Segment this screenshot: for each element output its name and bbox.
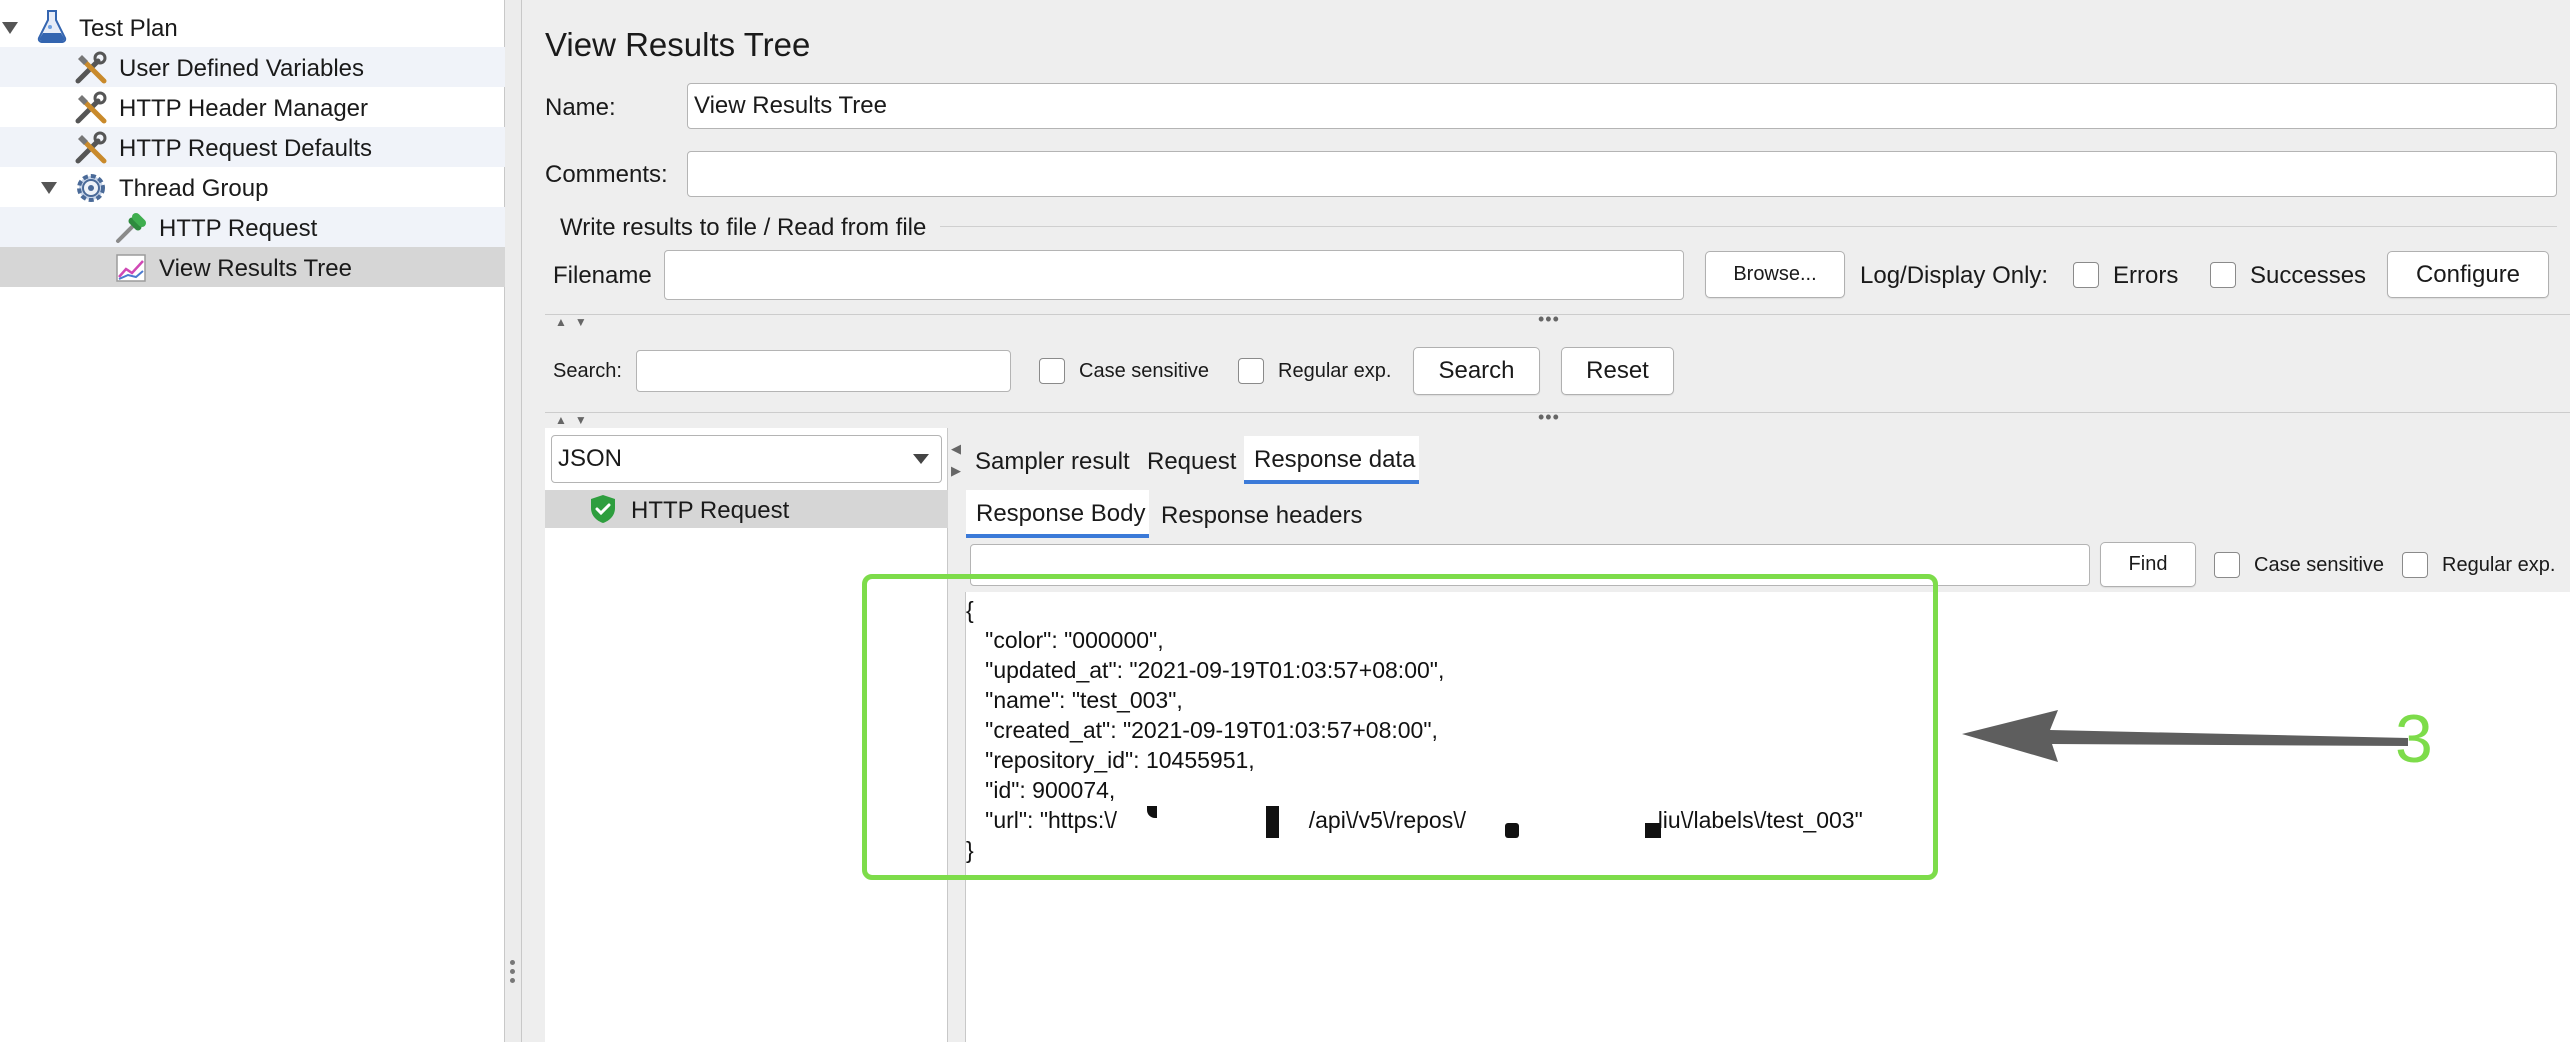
tree-item-view-results-tree[interactable]: View Results Tree xyxy=(0,247,505,287)
search-label: Search: xyxy=(553,360,622,382)
splitter-handle-icon[interactable] xyxy=(510,960,516,987)
graph-icon xyxy=(114,251,148,285)
active-tab-indicator xyxy=(966,534,1149,538)
tab-response-data[interactable]: Response data xyxy=(1244,436,1419,484)
tab-label: Response data xyxy=(1254,446,1416,473)
successes-checkbox[interactable] xyxy=(2210,262,2236,288)
search-regex-checkbox[interactable] xyxy=(1238,358,1264,384)
group-divider xyxy=(940,226,2557,227)
search-case-sensitive-label: Case sensitive xyxy=(1079,360,1210,382)
tree-item-label: HTTP Request xyxy=(159,215,318,242)
file-group-label: Write results to file / Read from file xyxy=(560,214,927,241)
search-input[interactable] xyxy=(636,350,1011,392)
filename-label: Filename xyxy=(553,262,652,289)
find-button[interactable]: Find xyxy=(2100,542,2196,587)
tools-icon xyxy=(74,131,108,165)
tab-response-body[interactable]: Response Body xyxy=(966,490,1149,538)
find-case-sensitive-checkbox[interactable] xyxy=(2214,552,2240,578)
tools-icon xyxy=(74,51,108,85)
search-case-sensitive-checkbox[interactable] xyxy=(1039,358,1065,384)
errors-label: Errors xyxy=(2113,262,2179,289)
page-title: View Results Tree xyxy=(545,26,811,63)
tools-icon xyxy=(74,91,108,125)
collapse-arrow-icon[interactable] xyxy=(2,22,18,34)
tree-item-label: HTTP Request Defaults xyxy=(119,135,372,162)
find-regex-checkbox[interactable] xyxy=(2402,552,2428,578)
tree-item-thread-group[interactable]: Thread Group xyxy=(0,167,505,207)
chevron-down-icon xyxy=(913,454,929,464)
tab-label: Response Body xyxy=(976,500,1146,527)
result-item-label: HTTP Request xyxy=(631,497,790,524)
configure-button[interactable]: Configure xyxy=(2387,251,2549,298)
tree-item-http-header-manager[interactable]: HTTP Header Manager xyxy=(0,87,505,127)
tree-item-label: View Results Tree xyxy=(159,255,352,282)
renderer-select-value: JSON xyxy=(558,445,623,472)
annotation-number: 3 xyxy=(2395,701,2433,777)
browse-button[interactable]: Browse... xyxy=(1705,251,1845,298)
tree-item-test-plan[interactable]: Test Plan xyxy=(0,7,505,47)
vertical-splitter[interactable] xyxy=(505,0,522,1042)
pipette-icon xyxy=(114,211,148,245)
find-regex-label: Regular exp. xyxy=(2442,554,2556,576)
comments-label: Comments: xyxy=(545,161,668,188)
gear-icon xyxy=(74,171,108,205)
tree-item-user-defined-variables[interactable]: User Defined Variables xyxy=(0,47,505,87)
active-tab-indicator xyxy=(1244,480,1419,484)
test-plan-tree: Test Plan User Defined Variables HTTP He… xyxy=(0,0,505,1042)
tree-item-http-request[interactable]: HTTP Request xyxy=(0,207,505,247)
splitter-handle-icon[interactable]: ••• xyxy=(1538,309,1560,330)
splitter-arrows-icon[interactable]: ▲▼ xyxy=(555,413,595,427)
tree-item-label: Thread Group xyxy=(119,175,269,202)
renderer-select[interactable]: JSON xyxy=(551,435,942,483)
name-input-value: View Results Tree xyxy=(694,92,887,119)
name-label: Name: xyxy=(545,94,616,121)
comments-input[interactable] xyxy=(687,151,2557,197)
tree-item-label: Test Plan xyxy=(79,15,178,42)
tree-item-label: User Defined Variables xyxy=(119,55,365,82)
reset-button[interactable]: Reset xyxy=(1561,347,1674,395)
name-input[interactable]: View Results Tree xyxy=(687,83,2557,129)
tree-item-label: HTTP Header Manager xyxy=(119,95,368,122)
success-shield-icon xyxy=(588,494,618,529)
find-case-sensitive-label: Case sensitive xyxy=(2254,554,2385,576)
annotation-arrow-icon xyxy=(1962,710,2408,762)
tab-request[interactable]: Request xyxy=(1147,440,1236,484)
filename-input[interactable] xyxy=(664,250,1684,300)
annotation-highlight-box xyxy=(862,574,1938,880)
splitter-handle-icon[interactable]: ••• xyxy=(1538,407,1560,428)
tree-item-http-request-defaults[interactable]: HTTP Request Defaults xyxy=(0,127,505,167)
search-button[interactable]: Search xyxy=(1413,347,1540,395)
collapse-arrow-icon[interactable] xyxy=(41,182,57,194)
errors-checkbox[interactable] xyxy=(2073,262,2099,288)
tab-sampler-result[interactable]: Sampler result xyxy=(975,440,1130,484)
flask-icon xyxy=(36,9,70,43)
log-display-label: Log/Display Only: xyxy=(1860,262,2049,289)
splitter-arrows-icon[interactable]: ▲▼ xyxy=(555,315,595,329)
search-regex-label: Regular exp. xyxy=(1278,360,1392,382)
successes-label: Successes xyxy=(2250,262,2367,289)
tab-response-headers[interactable]: Response headers xyxy=(1161,494,1362,538)
collapse-arrows-icon[interactable]: ◀ ▶ xyxy=(951,438,961,482)
